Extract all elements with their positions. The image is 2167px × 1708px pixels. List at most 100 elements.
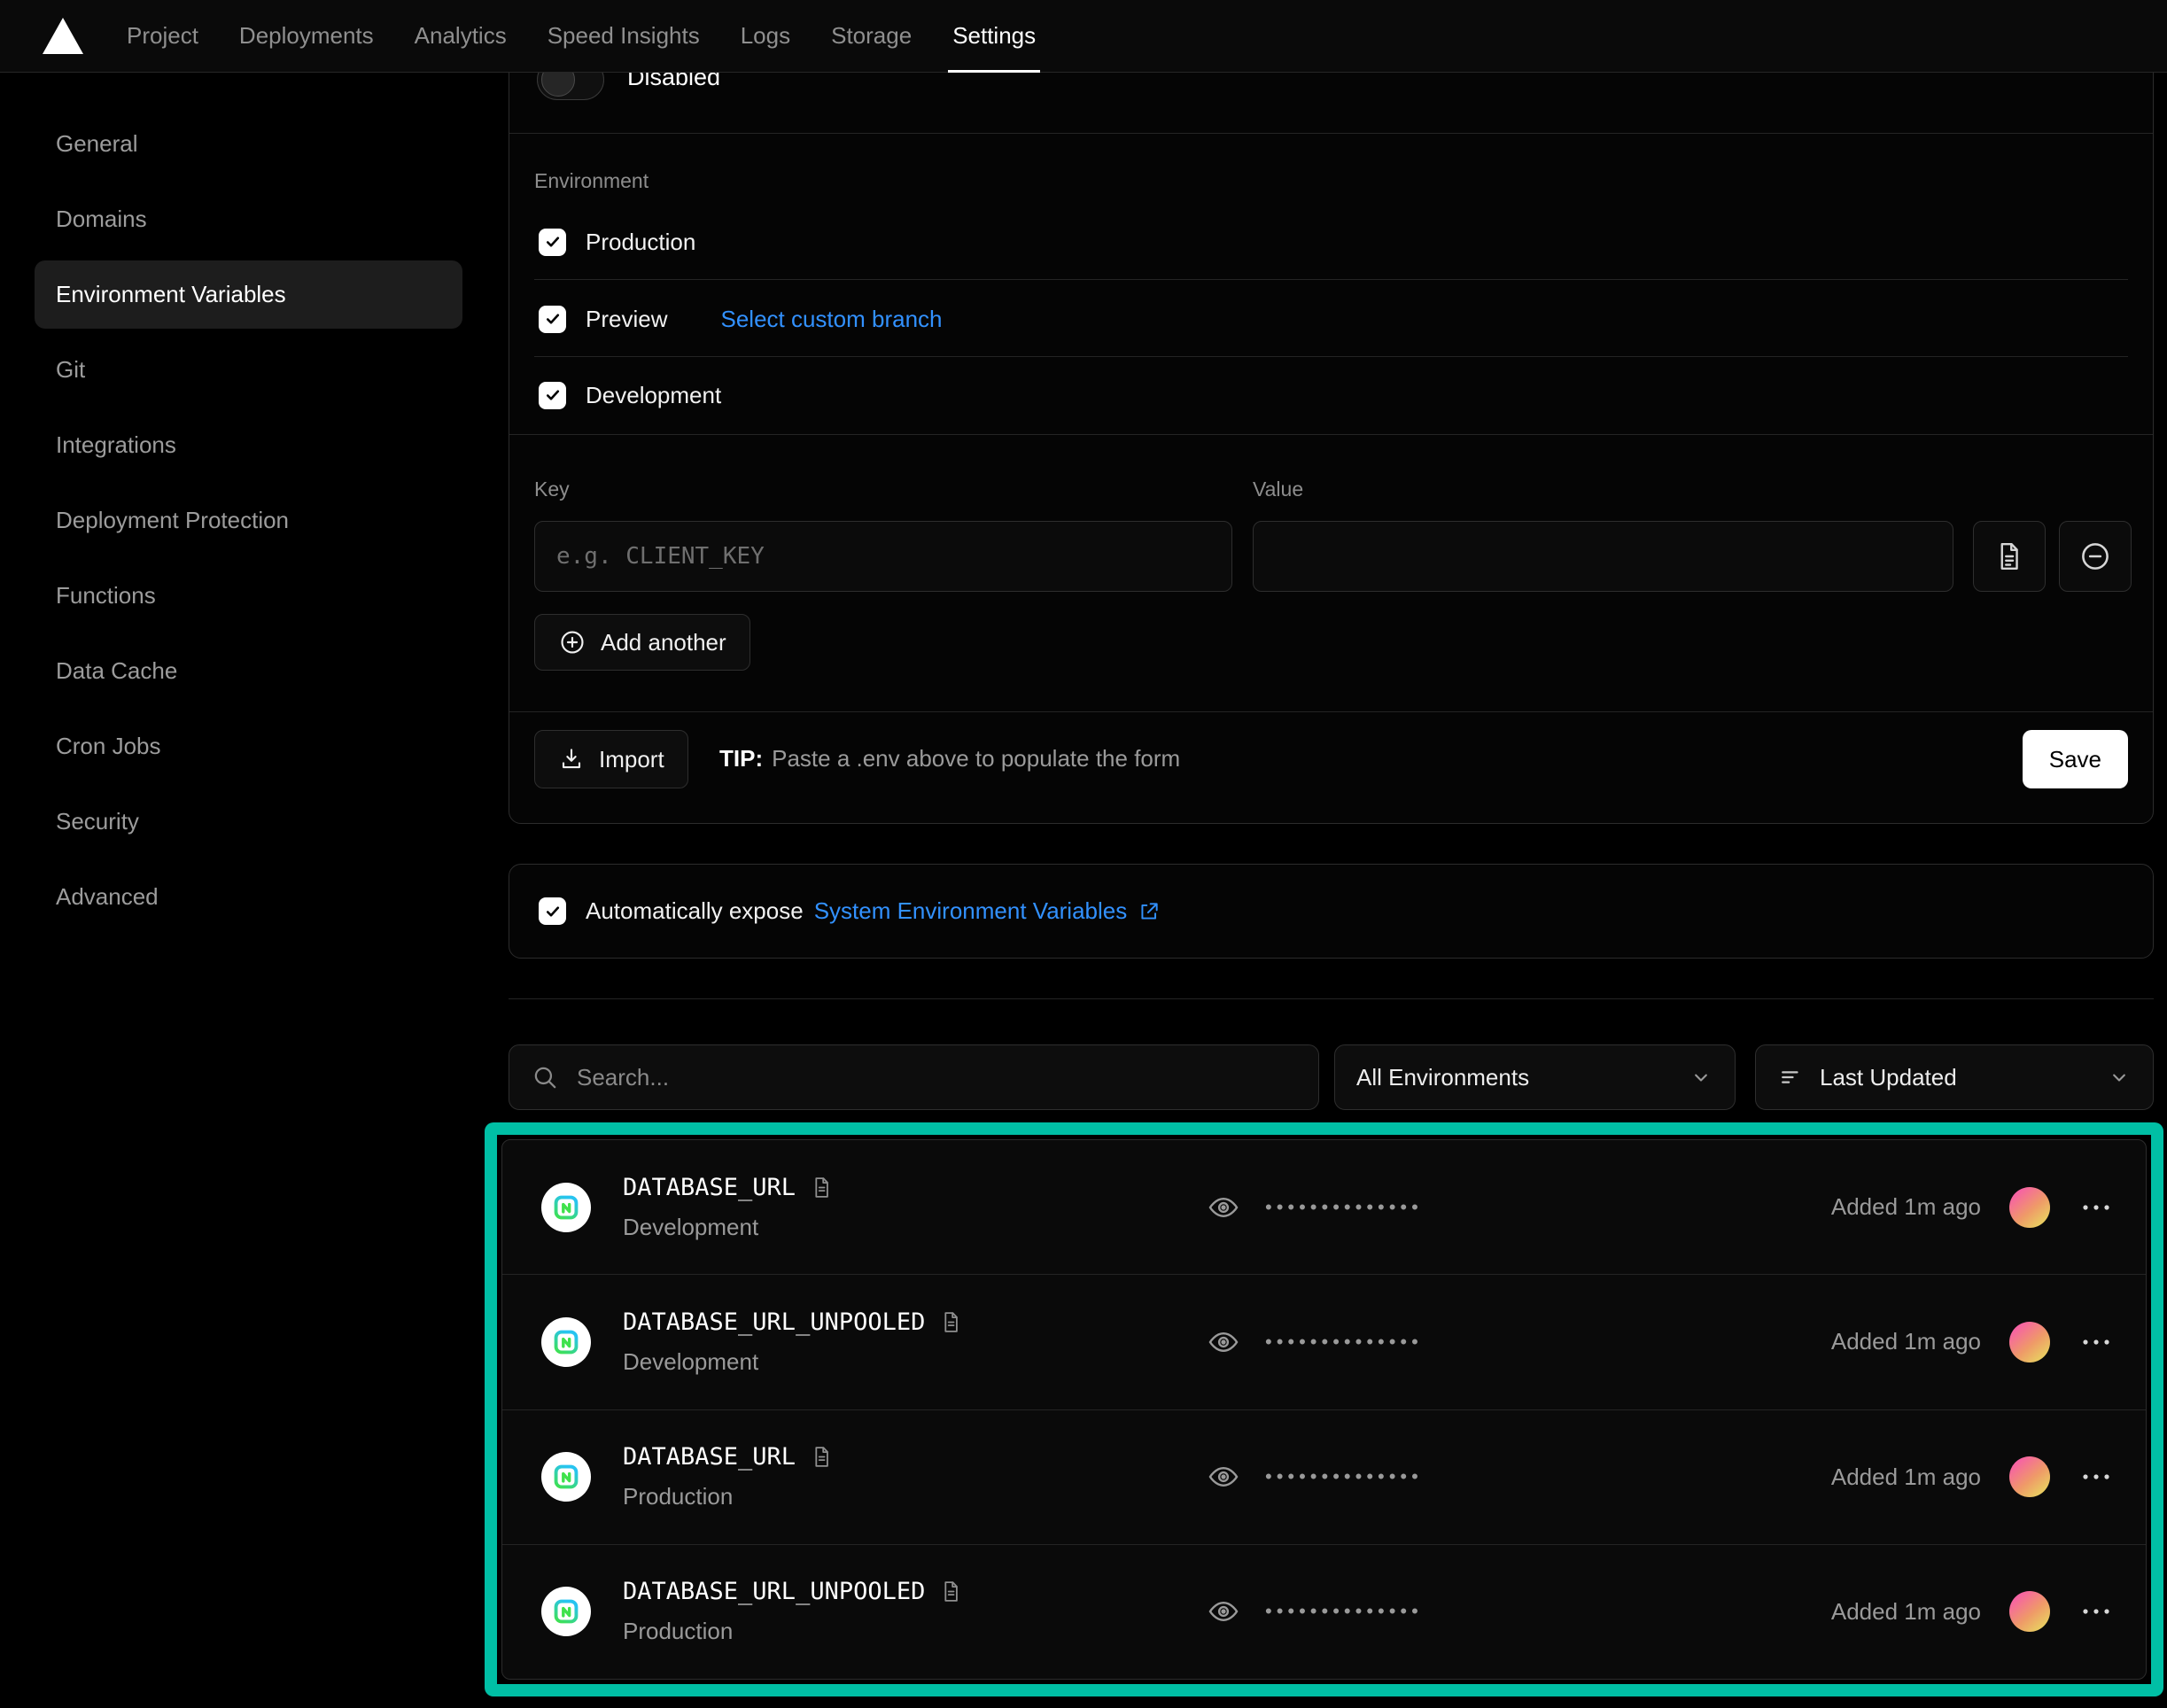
note-icon [939, 1580, 963, 1603]
user-avatar [2009, 1591, 2050, 1632]
sidebar-item-advanced[interactable]: Advanced [35, 863, 462, 931]
sidebar-item-functions[interactable]: Functions [35, 562, 462, 630]
env-var-row[interactable]: DATABASE_URL Production •••••••••••••• A… [502, 1410, 2146, 1545]
active-tab-underline [948, 70, 1040, 73]
masked-value: •••••••••••••• [1265, 1196, 1423, 1219]
row-menu-button[interactable] [2078, 1605, 2114, 1618]
neon-logo-icon [552, 1597, 580, 1626]
eye-icon[interactable] [1207, 1595, 1240, 1628]
added-time: Added 1m ago [1831, 1193, 1981, 1221]
import-label: Import [599, 746, 664, 773]
env-var-environment: Production [623, 1483, 834, 1510]
eye-icon[interactable] [1207, 1325, 1240, 1359]
env-var-row[interactable]: DATABASE_URL_UNPOOLED Production •••••••… [502, 1545, 2146, 1679]
production-checkbox[interactable] [539, 229, 566, 256]
nav-tabs: Project Deployments Analytics Speed Insi… [106, 0, 1056, 72]
masked-value: •••••••••••••• [1265, 1465, 1423, 1488]
remove-row-button[interactable] [2059, 521, 2132, 592]
user-avatar [2009, 1456, 2050, 1497]
sidebar-item-environment-variables[interactable]: Environment Variables [35, 260, 462, 329]
environment-option-production: Production [539, 224, 695, 260]
env-var-name: DATABASE_URL [623, 1443, 796, 1471]
preview-label: Preview [586, 306, 667, 333]
chevron-down-icon [2107, 1065, 2132, 1090]
row-menu-button[interactable] [2078, 1201, 2114, 1214]
sidebar-item-git[interactable]: Git [35, 336, 462, 404]
environment-option-preview: Preview Select custom branch [539, 301, 943, 337]
env-var-name: DATABASE_URL [623, 1174, 796, 1201]
add-another-label: Add another [601, 629, 726, 656]
paste-env-file-button[interactable] [1973, 521, 2046, 592]
chevron-down-icon [1689, 1065, 1713, 1090]
check-icon [544, 310, 562, 328]
development-checkbox[interactable] [539, 382, 566, 409]
tip-bold: TIP: [719, 745, 763, 772]
key-input[interactable] [534, 521, 1232, 592]
user-avatar [2009, 1322, 2050, 1363]
search-input[interactable] [577, 1064, 1297, 1091]
preview-checkbox[interactable] [539, 306, 566, 333]
development-label: Development [586, 382, 721, 409]
value-input[interactable] [1253, 521, 1953, 592]
environment-filter-dropdown[interactable]: All Environments [1334, 1044, 1736, 1110]
sort-dropdown[interactable]: Last Updated [1755, 1044, 2154, 1110]
eye-icon[interactable] [1207, 1191, 1240, 1224]
system-env-link[interactable]: System Environment Variables [814, 897, 1161, 925]
note-icon [939, 1310, 963, 1334]
row-menu-button[interactable] [2078, 1471, 2114, 1483]
tip-body: Paste a .env above to populate the form [772, 745, 1180, 772]
sidebar-item-deployment-protection[interactable]: Deployment Protection [35, 486, 462, 555]
note-icon [810, 1176, 834, 1199]
system-env-link-text: System Environment Variables [814, 897, 1128, 925]
nav-tab-deployments[interactable]: Deployments [219, 0, 394, 72]
settings-sidebar: General Domains Environment Variables Gi… [35, 110, 462, 931]
ellipsis-icon [2078, 1336, 2114, 1348]
value-field-label: Value [1253, 477, 1303, 501]
env-var-row[interactable]: DATABASE_URL Development •••••••••••••• … [502, 1140, 2146, 1275]
divider [509, 434, 2153, 435]
nav-tab-analytics[interactable]: Analytics [394, 0, 527, 72]
neon-integration-avatar [541, 1183, 591, 1232]
eye-icon[interactable] [1207, 1460, 1240, 1494]
neon-logo-icon [552, 1193, 580, 1222]
save-button[interactable]: Save [2023, 730, 2128, 788]
added-time: Added 1m ago [1831, 1328, 1981, 1355]
sidebar-item-domains[interactable]: Domains [35, 185, 462, 253]
system-env-checkbox[interactable] [539, 897, 566, 925]
add-another-button[interactable]: Add another [534, 614, 750, 671]
file-icon [1993, 540, 2025, 572]
neon-logo-icon [552, 1328, 580, 1356]
added-time: Added 1m ago [1831, 1598, 1981, 1626]
note-icon [810, 1445, 834, 1469]
nav-tab-project[interactable]: Project [106, 0, 219, 72]
nav-tab-settings[interactable]: Settings [932, 0, 1056, 72]
vercel-logo-icon[interactable] [43, 18, 83, 55]
check-icon [544, 903, 562, 920]
divider [534, 356, 2128, 357]
production-label: Production [586, 229, 695, 256]
sidebar-item-security[interactable]: Security [35, 788, 462, 856]
sidebar-item-cron-jobs[interactable]: Cron Jobs [35, 712, 462, 780]
download-icon [558, 746, 585, 772]
main-content: Disabled Environment Production Preview … [509, 0, 2154, 1708]
nav-tab-logs[interactable]: Logs [720, 0, 811, 72]
import-button[interactable]: Import [534, 730, 688, 788]
nav-tab-storage[interactable]: Storage [811, 0, 932, 72]
nav-tab-speed-insights[interactable]: Speed Insights [527, 0, 720, 72]
select-custom-branch-link[interactable]: Select custom branch [720, 306, 942, 333]
system-env-prefix: Automatically expose [586, 897, 804, 925]
env-var-row[interactable]: DATABASE_URL_UNPOOLED Development ••••••… [502, 1275, 2146, 1409]
sidebar-item-data-cache[interactable]: Data Cache [35, 637, 462, 705]
row-menu-button[interactable] [2078, 1336, 2114, 1348]
env-var-environment: Development [623, 1214, 834, 1241]
neon-integration-avatar [541, 1452, 591, 1502]
search-box [509, 1044, 1319, 1110]
ellipsis-icon [2078, 1605, 2114, 1618]
highlight-annotation-box: DATABASE_URL Development •••••••••••••• … [485, 1122, 2163, 1696]
external-link-icon [1138, 900, 1161, 923]
divider [534, 279, 2128, 280]
environment-filter-value: All Environments [1356, 1064, 1529, 1091]
sidebar-item-general[interactable]: General [35, 110, 462, 178]
sidebar-item-integrations[interactable]: Integrations [35, 411, 462, 479]
search-icon [531, 1063, 559, 1091]
